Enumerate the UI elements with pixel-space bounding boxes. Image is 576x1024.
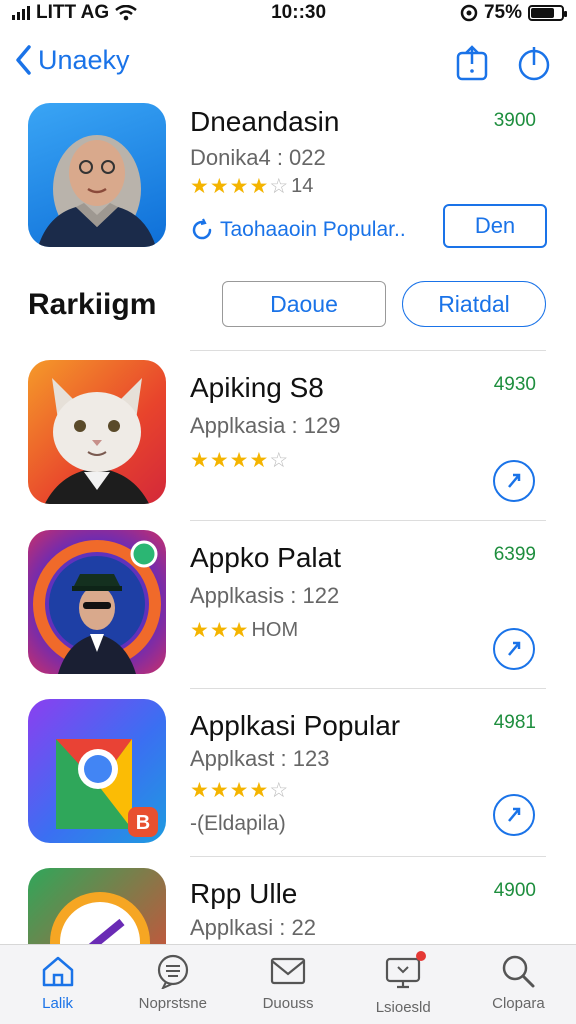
- featured-rating-stars: ★★★★ ☆ 14: [190, 174, 313, 199]
- home-icon: [42, 956, 73, 987]
- featured-app[interactable]: Dneandasin 3900 Donika4 : 022 ★★★★ ☆ 14 …: [0, 100, 576, 260]
- app-icon: [28, 530, 166, 674]
- search-icon: [503, 955, 535, 988]
- download-button[interactable]: [493, 460, 535, 502]
- chevron-left-icon: [16, 45, 31, 75]
- tab-label: Duouss: [262, 995, 314, 1012]
- app-subtitle: Applkast : 123: [190, 746, 330, 771]
- download-button[interactable]: [493, 794, 535, 836]
- clock: 10::30: [271, 2, 327, 23]
- nav-bar: Unaeky: [0, 40, 576, 90]
- app-subtitle: Applkasis : 122: [190, 583, 340, 608]
- featured-app-subtitle: Donika4 : 022: [190, 145, 326, 170]
- battery-icon: [528, 5, 567, 21]
- app-icon: [28, 360, 166, 504]
- filled-stars-icon: ★★★★: [190, 175, 270, 198]
- tab-label: Lsioesld: [375, 999, 431, 1016]
- rating-extra: HOM: [251, 619, 299, 641]
- popular-link[interactable]: Taohaaoin Popular..: [190, 218, 406, 242]
- app-rating-stars: ★★★★ ☆: [190, 448, 291, 473]
- app-row[interactable]: Apiking S8 4930 Applkasia : 129 ★★★★ ☆: [0, 350, 576, 520]
- power-icon[interactable]: [516, 44, 552, 82]
- tab-bar: Lalik Noprstsne Duouss Lsioesld Clopara: [0, 944, 576, 1024]
- filter-button-1[interactable]: Daoue: [222, 281, 386, 327]
- battery-percent: 75%: [483, 2, 522, 23]
- download-button[interactable]: [493, 628, 535, 670]
- featured-app-price: 3900: [493, 110, 536, 131]
- app-subtitle: Applkasia : 129: [190, 413, 341, 438]
- tab-messages[interactable]: Noprstsne: [115, 945, 230, 1024]
- tab-label: Noprstsne: [138, 995, 207, 1012]
- tab-label: Clopara: [492, 995, 545, 1012]
- svg-text:B: B: [136, 812, 150, 834]
- arrow-icon: [508, 473, 521, 488]
- back-button[interactable]: Unaeky: [14, 44, 130, 76]
- chat-icon: [157, 954, 188, 989]
- empty-stars-icon: ☆: [269, 175, 290, 198]
- status-bar: LITT AG 10::30 75%: [0, 0, 576, 26]
- app-title: Rpp Ulle: [190, 878, 298, 909]
- app-price: 4900: [493, 880, 536, 901]
- filled-stars-icon: ★★★: [190, 619, 250, 642]
- filter-button-2[interactable]: Riatdal: [402, 281, 546, 327]
- app-row[interactable]: Rpp Ulle 4900 Applkasi : 22: [0, 856, 576, 944]
- filled-stars-icon: ★★★★: [190, 449, 270, 472]
- tab-tv[interactable]: Lsioesld: [346, 945, 461, 1024]
- featured-app-icon: [28, 103, 166, 247]
- tab-search[interactable]: Clopara: [461, 945, 576, 1024]
- back-label: Unaeky: [38, 44, 130, 75]
- empty-stars-icon: ☆: [269, 449, 290, 472]
- mail-icon: [270, 957, 306, 985]
- tv-icon-wrap: [384, 951, 427, 993]
- share-icon[interactable]: [454, 44, 490, 82]
- row-divider: [190, 688, 546, 689]
- app-icon: [28, 868, 166, 944]
- app-price: 4981: [493, 712, 536, 733]
- app-price: 6399: [493, 544, 536, 565]
- row-divider: [190, 856, 546, 857]
- wifi-icon: [115, 5, 137, 21]
- app-subtitle: Applkasi : 22: [190, 915, 316, 940]
- featured-app-title: Dneandasin: [190, 106, 340, 137]
- orientation-lock-icon: [460, 4, 478, 22]
- open-button[interactable]: Den: [443, 204, 547, 248]
- popular-label: Taohaaoin Popular..: [220, 218, 406, 241]
- app-meta: -(Eldapila): [190, 812, 286, 835]
- refresh-icon: [192, 218, 212, 240]
- filled-stars-icon: ★★★★: [190, 779, 270, 802]
- tab-mail[interactable]: Duouss: [230, 945, 345, 1024]
- tab-home[interactable]: Lalik: [0, 945, 115, 1024]
- app-rating-stars: ★★★ HOM: [190, 618, 298, 643]
- tab-label: Lalik: [42, 995, 74, 1012]
- app-row[interactable]: Appko Palat 6399 Applkasis : 122 ★★★ HOM: [0, 520, 576, 690]
- ranking-title: Rarkiigm: [28, 288, 157, 321]
- row-divider: [190, 350, 546, 351]
- notification-badge: [416, 951, 427, 961]
- app-icon: B: [28, 699, 166, 843]
- carrier-label: LITT AG: [36, 2, 110, 23]
- app-rating-stars: ★★★★ ☆: [190, 778, 289, 803]
- signal-icon: [12, 6, 30, 20]
- app-price: 4930: [493, 374, 536, 395]
- arrow-icon: [508, 807, 521, 822]
- empty-stars-icon: ☆: [269, 779, 290, 802]
- row-divider: [190, 520, 546, 521]
- app-title: Appko Palat: [190, 542, 341, 573]
- app-row[interactable]: B Applkasi Popular 4981 Applkast : 123 ★…: [0, 688, 576, 858]
- rating-count: 14: [291, 175, 314, 197]
- app-title: Applkasi Popular: [190, 710, 401, 741]
- app-title: Apiking S8: [190, 372, 324, 403]
- arrow-icon: [508, 641, 521, 656]
